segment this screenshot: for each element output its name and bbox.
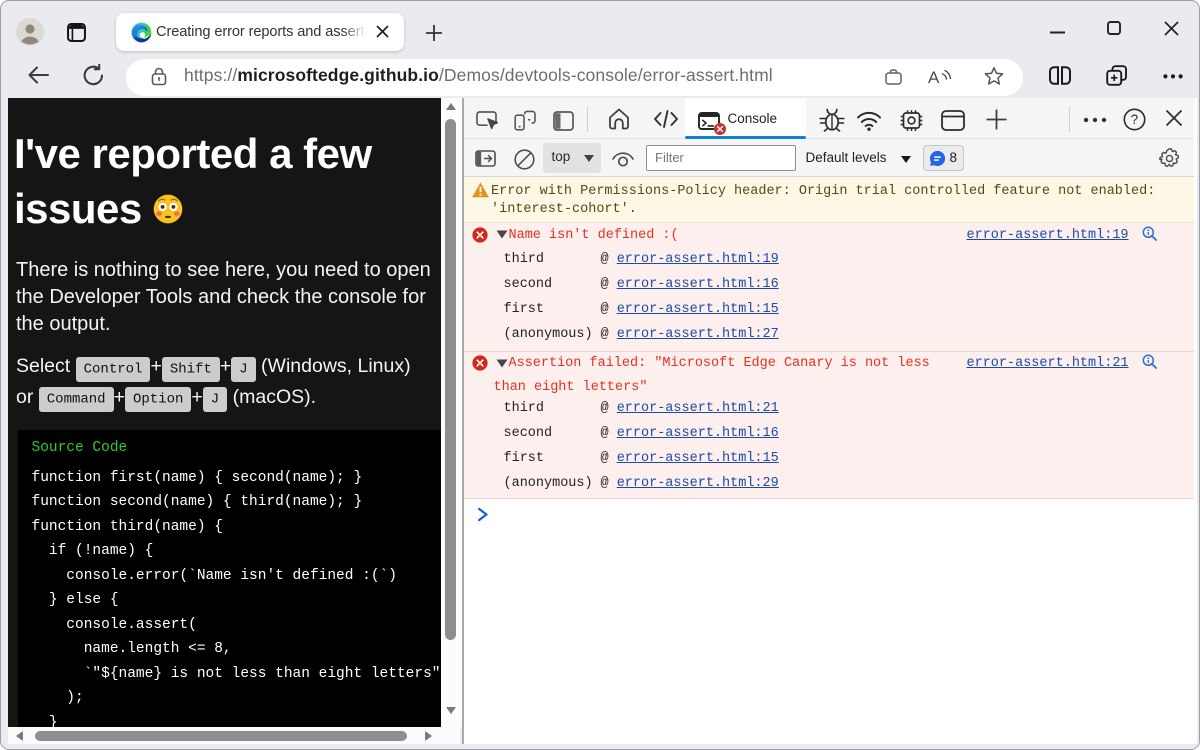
svg-text:A: A	[928, 68, 940, 87]
svg-text:?: ?	[1130, 112, 1138, 127]
